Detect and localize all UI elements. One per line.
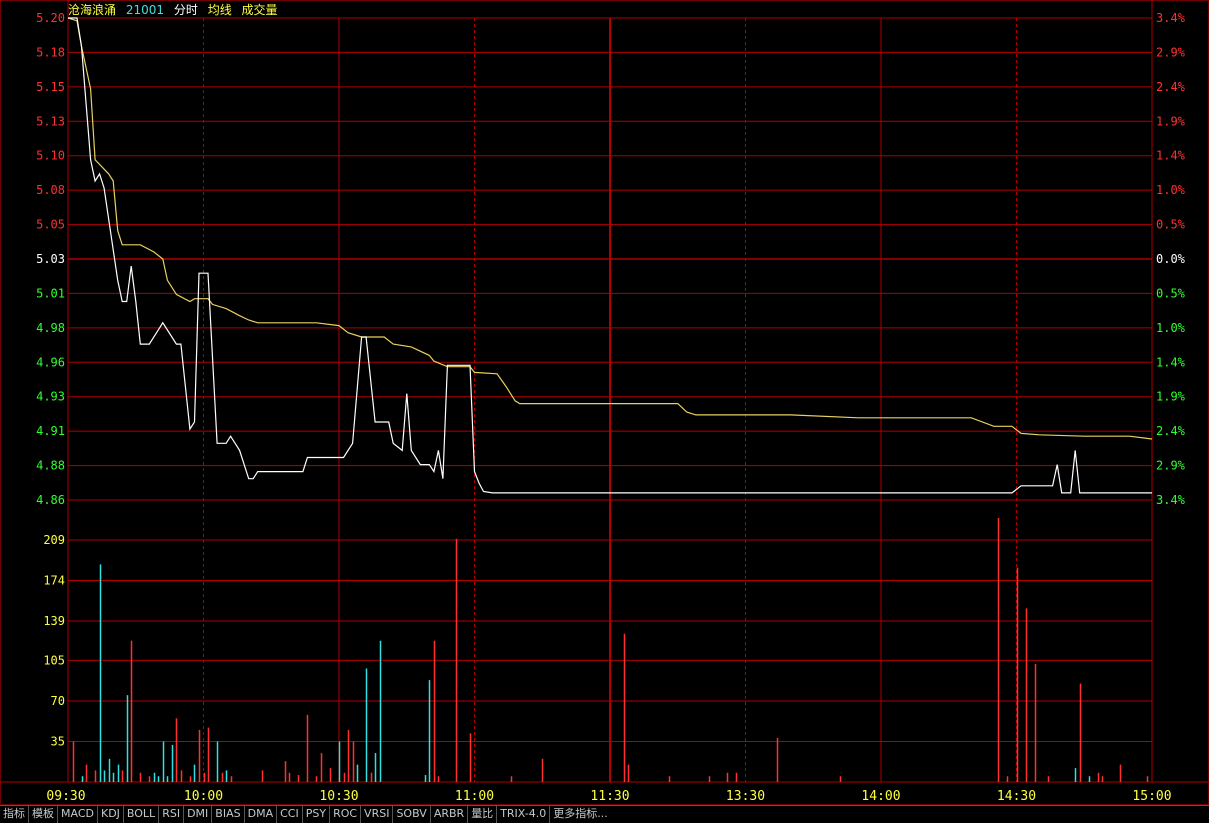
tab-7[interactable]: BIAS: [212, 806, 245, 823]
volume-tick-label: 70: [51, 694, 65, 708]
price-tick-label: 5.10: [36, 149, 65, 163]
tab-12[interactable]: VRSI: [361, 806, 394, 823]
tab-8[interactable]: DMA: [245, 806, 278, 823]
time-tick-label: 10:00: [184, 789, 223, 804]
price-tick-label: 4.93: [36, 390, 65, 404]
price-tick-label: 4.98: [36, 321, 65, 335]
volume-tick-label: 139: [43, 614, 65, 628]
label-volume: 成交量: [241, 3, 278, 17]
tab-4[interactable]: BOLL: [124, 806, 160, 823]
percent-tick-label: 1.9%: [1156, 114, 1186, 128]
price-tick-label: 5.08: [36, 183, 65, 197]
price-tick-label: 4.88: [36, 459, 65, 473]
tab-5[interactable]: RSI: [159, 806, 185, 823]
stock-code: 21001: [125, 3, 165, 17]
price-tick-label: 5.05: [36, 218, 65, 232]
tab-0[interactable]: 指标: [0, 806, 29, 823]
tab-2[interactable]: MACD: [58, 806, 98, 823]
tab-13[interactable]: SOBV: [393, 806, 431, 823]
label-avg: 均线: [207, 3, 232, 17]
price-tick-label: 5.03: [36, 252, 65, 266]
price-tick-label: 5.01: [36, 286, 65, 300]
price-tick-label: 4.91: [36, 424, 65, 438]
price-tick-label: 4.86: [36, 493, 65, 507]
tab-14[interactable]: ARBR: [431, 806, 469, 823]
tab-1[interactable]: 模板: [29, 806, 58, 823]
price-tick-label: 5.15: [36, 80, 65, 94]
time-tick-label: 09:30: [46, 789, 85, 804]
percent-tick-label: 2.9%: [1156, 459, 1186, 473]
chart-header: 沧海浪涌 21001 分时 均线 成交量: [68, 2, 284, 18]
time-tick-label: 11:00: [455, 789, 494, 804]
indicator-tab-bar: 指标 模板 MACD KDJ BOLL RSI DMI BIAS DMA CCI PSY ROC VRS…: [0, 805, 1209, 823]
percent-tick-label: 2.4%: [1156, 80, 1186, 94]
stock-name: 沧海浪涌: [68, 3, 117, 17]
tab-17[interactable]: 更多指标...: [550, 806, 611, 823]
intraday-chart[interactable]: 5.20 3.4% 5.18 2.9% 5.15 2.4% 5.13 1.9% 5.10 1.4%…: [0, 0, 1209, 805]
time-tick-label: 13:30: [726, 789, 765, 804]
percent-tick-label: 0.5%: [1156, 286, 1186, 300]
time-tick-label: 14:00: [861, 789, 900, 804]
time-tick-label: 15:00: [1132, 789, 1171, 804]
volume-tick-label: 105: [43, 653, 65, 667]
label-time: 分时: [173, 3, 198, 17]
tab-6[interactable]: DMI: [184, 806, 213, 823]
percent-tick-label: 2.4%: [1156, 424, 1186, 438]
price-tick-label: 4.96: [36, 355, 65, 369]
time-tick-label: 10:30: [319, 789, 358, 804]
volume-tick-label: 174: [43, 574, 65, 588]
volume-tick-label: 209: [43, 533, 65, 547]
time-tick-label: 14:30: [997, 789, 1036, 804]
percent-tick-label: 3.4%: [1156, 493, 1186, 507]
percent-tick-label: 1.0%: [1156, 321, 1186, 335]
price-tick-label: 5.13: [36, 114, 65, 128]
price-tick-label: 5.20: [36, 11, 65, 25]
percent-tick-label: 0.0%: [1156, 252, 1186, 266]
tab-16[interactable]: TRIX-4.0: [497, 806, 551, 823]
time-tick-label: 11:30: [590, 789, 629, 804]
tab-11[interactable]: ROC: [330, 806, 362, 823]
price-tick-label: 5.18: [36, 45, 65, 59]
percent-tick-label: 0.5%: [1156, 218, 1186, 232]
tab-9[interactable]: CCI: [277, 806, 303, 823]
percent-tick-label: 2.9%: [1156, 45, 1186, 59]
percent-tick-label: 1.4%: [1156, 355, 1186, 369]
tab-3[interactable]: KDJ: [98, 806, 124, 823]
percent-tick-label: 1.4%: [1156, 149, 1186, 163]
percent-tick-label: 1.9%: [1156, 390, 1186, 404]
percent-tick-label: 1.0%: [1156, 183, 1186, 197]
tab-10[interactable]: PSY: [303, 806, 331, 823]
volume-tick-label: 35: [51, 734, 65, 748]
percent-tick-label: 3.4%: [1156, 11, 1186, 25]
tab-15[interactable]: 量比: [468, 806, 498, 823]
